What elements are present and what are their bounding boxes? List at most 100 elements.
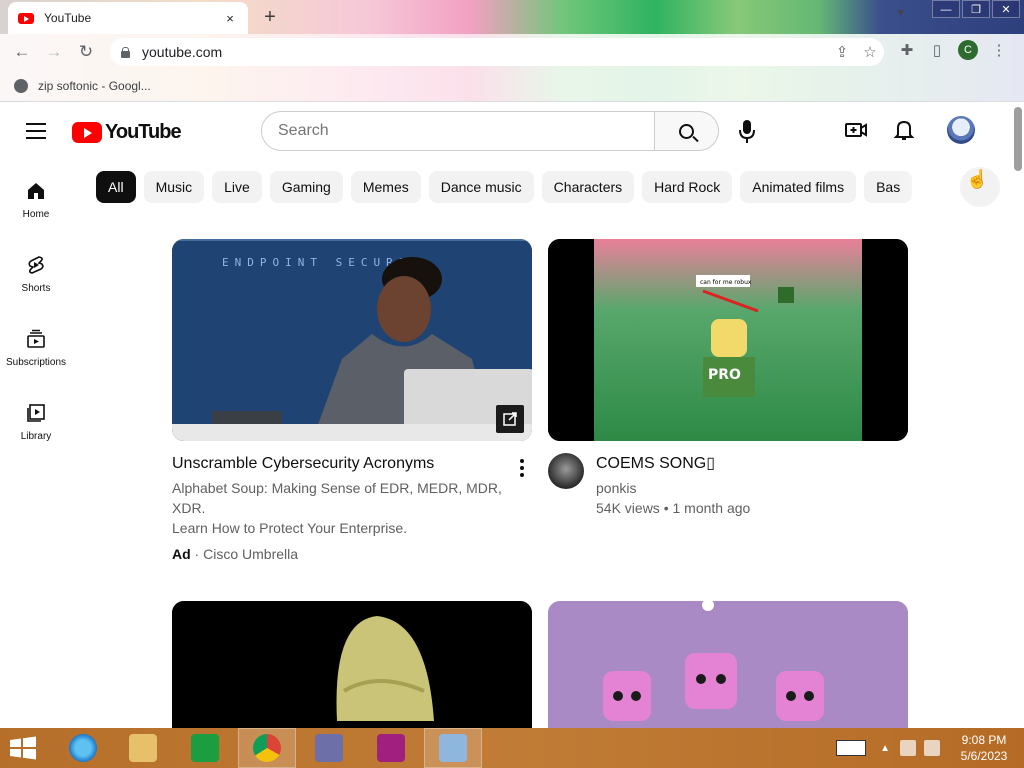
close-window-button[interactable]: ✕: [992, 0, 1020, 18]
extensions-icon[interactable]: ✚: [892, 41, 922, 59]
video-title[interactable]: COEMS SONG▯: [596, 453, 750, 475]
microphone-icon[interactable]: [737, 117, 757, 145]
chip-memes[interactable]: Memes: [350, 171, 421, 203]
thumbnail-image: ENDPOINT SECUREX: [172, 239, 532, 441]
thumb-caption: can for me robux: [700, 279, 752, 286]
thumbnail-image: can for me robux PRO: [548, 239, 908, 441]
window-controls: — ❐ ✕: [930, 0, 1020, 18]
new-tab-button[interactable]: +: [258, 6, 282, 30]
taskbar-camera[interactable]: [362, 728, 420, 768]
sidebar-item-label: Home: [22, 209, 50, 220]
lock-icon[interactable]: [120, 46, 130, 58]
network-icon[interactable]: [900, 740, 916, 756]
video-thumbnail[interactable]: can for me robux PRO: [548, 239, 908, 441]
clock[interactable]: 9:08 PM 5/6/2023: [944, 732, 1024, 764]
taskbar-control-panel[interactable]: [424, 728, 482, 768]
youtube-play-icon: [72, 122, 102, 143]
address-bar[interactable]: youtube.com ⇪ ☆: [110, 38, 884, 66]
side-panel-icon[interactable]: ▯: [922, 41, 952, 59]
chip-live[interactable]: Live: [212, 171, 262, 203]
chip-music[interactable]: Music: [143, 171, 205, 203]
video-card[interactable]: can for me robux PRO COEMS SONG▯ ponkis …: [548, 239, 908, 518]
search-button[interactable]: [655, 111, 719, 151]
store-icon: [191, 734, 219, 762]
video-card[interactable]: [172, 601, 532, 728]
filter-chips-bar: All Music Live Gaming Memes Dance music Charac…: [96, 171, 956, 203]
restore-button[interactable]: ❐: [962, 0, 990, 18]
video-title[interactable]: Unscramble Cybersecurity Acronyms: [172, 453, 532, 475]
chip-animated-films[interactable]: Animated films: [740, 171, 857, 203]
search-input[interactable]: [261, 111, 655, 151]
camera-icon: [377, 734, 405, 762]
home-icon: [28, 183, 44, 199]
chip-characters[interactable]: Characters: [541, 171, 635, 203]
search-bar: [261, 111, 719, 151]
video-thumbnail[interactable]: ENDPOINT SECUREX: [172, 239, 532, 441]
hand-cursor-icon: ☝: [966, 169, 989, 189]
volume-icon[interactable]: [924, 740, 940, 756]
external-link-icon[interactable]: [496, 405, 524, 433]
youtube-logo[interactable]: YouTube: [72, 121, 182, 144]
shorts-icon: [28, 256, 44, 274]
chips-fade: [900, 171, 956, 203]
tab-search-icon[interactable]: ▼: [896, 8, 906, 19]
minimize-button[interactable]: —: [932, 0, 960, 18]
bookmark-item[interactable]: zip softonic - Googl...: [38, 79, 151, 93]
taskbar-internet-explorer[interactable]: [54, 728, 112, 768]
logo-wordmark: YouTube: [105, 121, 182, 143]
show-hidden-icons-icon[interactable]: ▲: [880, 743, 890, 754]
globe-icon: [14, 78, 28, 93]
forward-button[interactable]: →: [42, 40, 66, 64]
taskbar-file-explorer[interactable]: [114, 728, 172, 768]
url-text[interactable]: youtube.com: [142, 44, 828, 60]
video-card-ad[interactable]: ENDPOINT SECUREX Unscramble Cybersecurit…: [172, 239, 532, 562]
create-video-icon[interactable]: [843, 117, 869, 143]
advertiser-name[interactable]: Cisco Umbrella: [203, 546, 298, 562]
share-icon[interactable]: ⇪: [828, 43, 856, 61]
page-scrollbar[interactable]: [1014, 107, 1022, 171]
ad-byline: Ad · Cisco Umbrella: [172, 546, 299, 562]
windows-start-icon[interactable]: [8, 736, 38, 760]
channel-avatar[interactable]: [548, 453, 584, 489]
chip-gaming[interactable]: Gaming: [269, 171, 343, 203]
system-tray: ▲ 9:08 PM 5/6/2023: [828, 728, 1024, 768]
taskbar-store[interactable]: [176, 728, 234, 768]
notifications-bell-icon[interactable]: [891, 117, 917, 143]
sidebar-item-subscriptions[interactable]: Subscriptions: [0, 321, 72, 395]
back-button[interactable]: ←: [10, 40, 34, 64]
sidebar-item-shorts[interactable]: Shorts: [0, 247, 72, 321]
bookmark-star-icon[interactable]: ☆: [856, 43, 884, 61]
reload-button[interactable]: ↻: [74, 40, 98, 64]
profile-avatar[interactable]: C: [958, 40, 978, 60]
keyboard-icon[interactable]: [836, 740, 867, 756]
tools-icon: [315, 734, 343, 762]
mini-guide: Home Shorts Subscriptions Library: [0, 173, 72, 469]
youtube-page: YouTube Home Shorts Subscriptions: [0, 103, 1024, 728]
tab-youtube[interactable]: YouTube ×: [8, 2, 248, 34]
sidebar-item-home[interactable]: Home: [0, 173, 72, 247]
video-stats: 54K views • 1 month ago: [596, 500, 751, 516]
sidebar-item-library[interactable]: Library: [0, 395, 72, 469]
subscriptions-icon: [27, 329, 45, 348]
video-card[interactable]: [548, 601, 908, 728]
video-thumbnail[interactable]: [548, 601, 908, 728]
library-icon: [27, 404, 45, 422]
sidebar-item-label: Library: [20, 431, 52, 442]
guide-menu-icon[interactable]: [26, 123, 46, 144]
channel-name[interactable]: ponkis: [596, 478, 750, 498]
tab-close-icon[interactable]: ×: [222, 11, 238, 26]
chip-all[interactable]: All: [96, 171, 136, 203]
account-avatar[interactable]: [947, 116, 975, 144]
internet-explorer-icon: [69, 734, 97, 762]
video-options-kebab-icon[interactable]: [520, 459, 524, 480]
taskbar-app[interactable]: [300, 728, 358, 768]
video-thumbnail[interactable]: [172, 601, 532, 728]
chip-hard-rock[interactable]: Hard Rock: [642, 171, 733, 203]
search-icon: [679, 123, 694, 139]
browser-toolbar: ← → ↻ youtube.com ⇪ ☆ ✚ ▯ C ⋮: [0, 34, 1024, 70]
chip-dance-music[interactable]: Dance music: [428, 171, 534, 203]
taskbar-chrome[interactable]: [238, 728, 296, 768]
menu-kebab-icon[interactable]: ⋮: [984, 41, 1014, 59]
bookmarks-bar: zip softonic - Googl...: [0, 70, 1024, 102]
control-panel-icon: [439, 734, 467, 762]
